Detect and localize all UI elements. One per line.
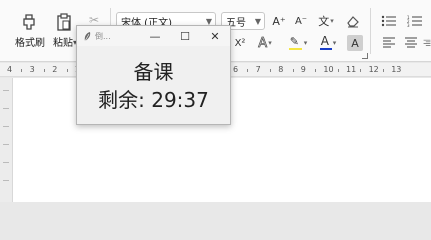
ruler-number: 3 [29,65,35,74]
ruler-tick [247,69,249,72]
close-button[interactable]: ✕ [200,26,230,46]
format-painter-label: 格式刷 [15,38,45,49]
font-color-icon: A [319,34,332,50]
eraser-icon [347,16,359,28]
align-right-button[interactable] [423,35,431,51]
chevron-down-icon: ▾ [330,17,334,25]
ruler-tick [66,69,68,72]
ruler-number: 7 [255,65,261,74]
numbered-list-icon: 1 2 3 [407,15,422,27]
ruler-tick [337,69,339,72]
ruler-tick [269,69,271,72]
align-left-icon [383,37,395,48]
ruler-number: 2 [52,65,58,74]
highlighter-icon: ✎ [288,35,303,50]
font-color-glyph: A [320,34,329,48]
ruler-number: 9 [300,65,306,74]
phonetic-guide-icon: 文 [318,15,330,28]
ruler-tick [43,69,45,72]
clear-format-button[interactable] [344,12,362,30]
chevron-down-icon: ▾ [332,39,337,47]
timer-title-bar[interactable]: 倒... — ☐ ✕ [77,26,230,46]
maximize-button[interactable]: ☐ [170,26,200,46]
paste-icon [55,12,73,32]
ruler-tick [292,69,294,72]
char-shading-icon: A [351,36,359,50]
superscript-icon: X² [234,37,246,49]
format-painter-icon [20,12,38,32]
ruler-tick [360,69,362,72]
grow-font-icon: A⁺ [272,14,286,28]
timer-window-title: 倒... [95,31,111,41]
numbered-list-button[interactable]: 1 2 3 [404,12,426,30]
timer-status-text: 备课 [133,60,174,84]
minimize-button[interactable]: — [140,26,170,46]
vertical-ruler [0,78,12,202]
format-painter-button[interactable]: 格式刷 [12,10,46,52]
font-color-button[interactable]: A ▾ [316,34,340,51]
grow-font-button[interactable]: A⁺ [270,12,288,30]
align-left-button[interactable] [380,35,398,51]
chevron-down-icon: ▼ [254,16,262,26]
countdown-timer-window[interactable]: 倒... — ☐ ✕ 备课 剩余: 29:37 [76,25,231,125]
ruler-number: 12 [368,65,379,74]
paste-button[interactable]: 粘贴 ▾ [50,10,78,52]
phonetic-guide-button[interactable]: 文 ▾ [315,12,337,30]
ruler-tick [382,69,384,72]
highlighter-glyph: ✎ [289,35,299,48]
shrink-font-button[interactable]: A⁻ [292,12,310,30]
ribbon-separator [370,8,371,54]
shrink-font-icon: A⁻ [294,15,308,27]
paste-label: 粘贴 [53,38,73,49]
ruler-tick [21,69,23,72]
bullet-list-button[interactable] [378,12,400,30]
highlight-color-bar [288,48,302,50]
ruler-number: 11 [346,65,357,74]
bullet-list-icon [381,15,396,27]
text-effect-button[interactable]: A ▾ [254,35,276,51]
align-right-icon [423,39,431,46]
font-dialog-launcher-icon[interactable] [362,53,368,59]
chevron-down-icon: ▾ [303,39,308,47]
char-shading-button[interactable]: A [347,35,363,51]
ruler-tick [315,69,317,72]
ruler-number: 8 [278,65,284,74]
feather-icon [83,31,92,42]
font-color-bar [319,48,332,50]
svg-text:3: 3 [407,23,410,27]
ruler-number: 13 [391,65,402,74]
ruler-number: 10 [323,65,334,74]
highlight-button[interactable]: ✎ ▾ [286,35,310,51]
ruler-number: 4 [7,65,13,74]
align-center-icon [405,37,417,48]
timer-remaining-text: 剩余: 29:37 [98,88,209,112]
align-center-button[interactable] [402,35,420,51]
superscript-button[interactable]: X² [231,35,249,51]
ruler-number: 6 [233,65,239,74]
text-effect-icon: A [258,35,268,51]
chevron-down-icon: ▾ [268,39,272,47]
